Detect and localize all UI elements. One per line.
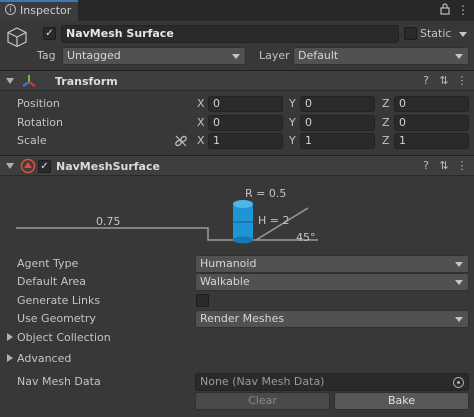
use-geometry-value: Render Meshes (200, 312, 285, 325)
advanced-foldout[interactable]: Advanced (6, 351, 306, 367)
lock-icon[interactable] (438, 3, 452, 17)
generate-links-checkbox[interactable] (196, 294, 209, 307)
foldout-arrow-icon[interactable] (6, 163, 14, 169)
z-label: Z (382, 116, 390, 129)
help-icon[interactable]: ? (419, 159, 433, 173)
bake-button[interactable]: Bake (334, 392, 469, 410)
agent-type-value: Humanoid (200, 257, 257, 270)
gameobject-cube-icon (6, 26, 28, 48)
position-y-field[interactable]: 0 (300, 96, 375, 112)
navmeshsurface-enabled-checkbox[interactable]: ✓ (38, 160, 51, 173)
diagram-radius-label: R = 0.5 (245, 187, 287, 200)
diagram-slope-label: 45° (296, 231, 316, 244)
navmeshsurface-title: NavMeshSurface (56, 160, 160, 173)
x-label: X (197, 97, 205, 110)
position-label: Position (17, 97, 60, 110)
navmesh-component-icon (20, 158, 36, 177)
active-checkbox[interactable]: ✓ (43, 27, 56, 40)
scale-z-field[interactable]: 1 (394, 133, 469, 149)
tag-dropdown[interactable]: Untagged (62, 47, 246, 65)
y-label: Y (289, 116, 296, 129)
nav-mesh-data-field[interactable]: None (Nav Mesh Data) (195, 373, 469, 391)
generate-links-label: Generate Links (17, 294, 101, 307)
tab-inspector[interactable]: i Inspector (0, 0, 78, 21)
kebab-menu-icon[interactable]: ⋮ (456, 3, 470, 17)
constrain-proportions-link-icon[interactable] (174, 134, 188, 151)
object-collection-foldout[interactable]: Object Collection (6, 330, 306, 346)
static-label: Static (420, 27, 452, 40)
foldout-arrow-icon (7, 354, 13, 362)
layer-dropdown[interactable]: Default (293, 47, 469, 65)
z-label: Z (382, 134, 390, 147)
preset-icon[interactable]: ⇅ (437, 159, 451, 173)
rotation-y-field[interactable]: 0 (300, 115, 375, 131)
chevron-down-icon (232, 54, 240, 59)
rotation-label: Rotation (17, 116, 64, 129)
rotation-x-field[interactable]: 0 (208, 115, 283, 131)
chevron-down-icon (455, 280, 463, 285)
position-z-field[interactable]: 0 (394, 96, 469, 112)
nav-mesh-data-value: None (Nav Mesh Data) (200, 375, 325, 388)
static-dropdown-caret[interactable] (459, 32, 467, 37)
x-label: X (197, 116, 205, 129)
foldout-arrow-icon (7, 333, 13, 341)
agent-type-dropdown[interactable]: Humanoid (195, 255, 469, 273)
scale-y-field[interactable]: 1 (300, 133, 375, 149)
foldout-arrow-icon[interactable] (6, 78, 14, 84)
chevron-down-icon (455, 54, 463, 59)
layer-label: Layer (259, 49, 290, 62)
navmeshsurface-header[interactable]: ✓ NavMeshSurface ? ⇅ ⋮ (0, 155, 474, 176)
clear-button[interactable]: Clear (195, 392, 330, 410)
agent-diagram: R = 0.5 H = 2 0.75 45° (0, 178, 474, 250)
diagram-height-label: H = 2 (258, 214, 290, 227)
tag-label: Tag (37, 49, 56, 62)
rotation-z-field[interactable]: 0 (394, 115, 469, 131)
use-geometry-label: Use Geometry (17, 312, 96, 325)
default-area-dropdown[interactable]: Walkable (195, 273, 469, 291)
object-picker-icon[interactable] (453, 377, 464, 388)
chevron-down-icon (455, 317, 463, 322)
kebab-menu-icon[interactable]: ⋮ (455, 74, 469, 88)
tab-label: Inspector (20, 4, 72, 17)
layer-value: Default (298, 49, 339, 62)
default-area-value: Walkable (200, 275, 250, 288)
info-icon: i (5, 4, 16, 15)
diagram-step-label: 0.75 (96, 215, 121, 228)
nav-mesh-data-label: Nav Mesh Data (17, 375, 101, 388)
object-collection-label: Object Collection (17, 331, 111, 344)
position-x-field[interactable]: 0 (208, 96, 283, 112)
default-area-label: Default Area (17, 275, 87, 288)
x-label: X (197, 134, 205, 147)
z-label: Z (382, 97, 390, 110)
transform-axis-icon (21, 73, 37, 92)
kebab-menu-icon[interactable]: ⋮ (455, 159, 469, 173)
tag-value: Untagged (67, 49, 121, 62)
chevron-down-icon (455, 262, 463, 267)
transform-title: Transform (55, 75, 118, 88)
inspector-tabbar: i Inspector ⋮ (0, 0, 474, 21)
scale-x-field[interactable]: 1 (208, 133, 283, 149)
transform-header[interactable]: Transform ? ⇅ ⋮ (0, 70, 474, 91)
agent-type-label: Agent Type (17, 257, 79, 270)
static-checkbox[interactable] (404, 27, 417, 40)
y-label: Y (289, 97, 296, 110)
preset-icon[interactable]: ⇅ (437, 74, 451, 88)
advanced-label: Advanced (17, 352, 72, 365)
use-geometry-dropdown[interactable]: Render Meshes (195, 310, 469, 328)
object-name-field[interactable]: NavMesh Surface (61, 25, 399, 43)
help-icon[interactable]: ? (419, 74, 433, 88)
scale-label: Scale (17, 134, 47, 147)
y-label: Y (289, 134, 296, 147)
